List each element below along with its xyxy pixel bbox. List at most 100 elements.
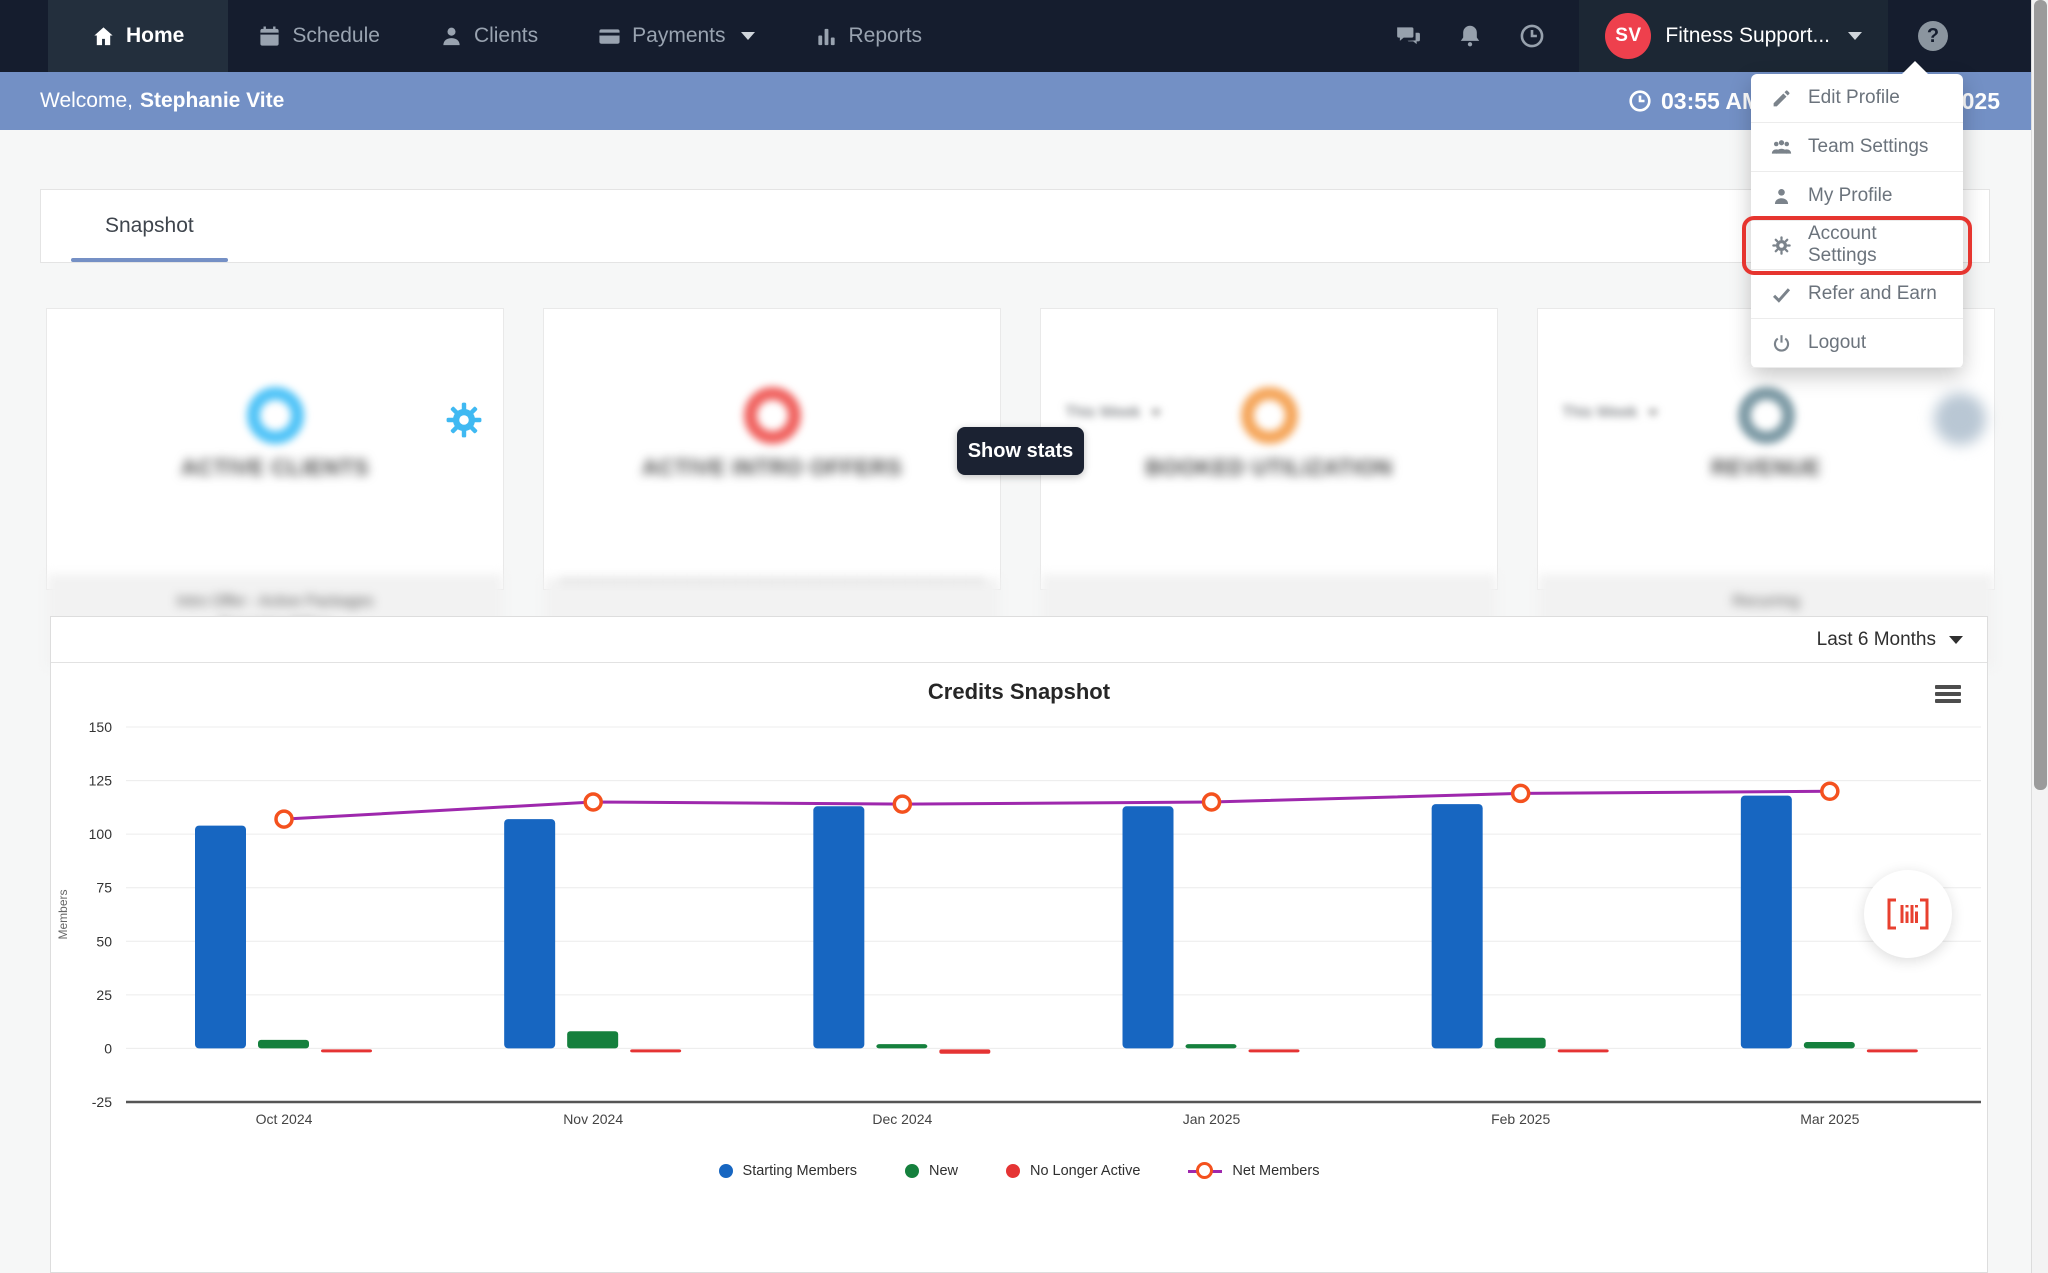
navbar-actions: SV Fitness Support... ? [1377,0,2048,72]
menu-item-label: Refer and Earn [1808,283,1937,305]
svg-text:Dec 2024: Dec 2024 [872,1111,932,1127]
help-icon: ? [1918,21,1948,51]
menu-item-edit-profile[interactable]: Edit Profile [1751,74,1963,123]
chart-header: Last 6 Months [51,617,1987,663]
show-stats-button[interactable]: Show stats [957,427,1084,475]
card-corner-widget [1934,393,1986,445]
nav-item-label: Clients [474,24,538,48]
stat-card-top: This Week BOOKED UTILIZATION [1041,387,1497,574]
svg-text:Members: Members [56,889,70,939]
barcode-scan-button[interactable] [1864,870,1952,958]
chevron-down-icon [1949,636,1963,644]
help-button[interactable]: ? [1902,21,1964,51]
stat-card-booked-utilization[interactable]: This Week BOOKED UTILIZATION [1040,308,1498,590]
menu-item-label: Account Settings [1808,223,1943,267]
person-icon [440,25,463,48]
legend-item-new[interactable]: New [905,1163,958,1179]
main-nav: Home Schedule Clients Payments Reports [48,0,952,72]
svg-text:125: 125 [89,773,113,789]
svg-text:Oct 2024: Oct 2024 [256,1111,313,1127]
scrollbar-thumb[interactable] [2034,0,2047,790]
menu-item-label: Logout [1808,332,1866,354]
card-settings-button[interactable] [445,401,483,444]
menu-item-team-settings[interactable]: Team Settings [1751,123,1963,172]
user-menu-button[interactable]: SV Fitness Support... [1579,0,1888,72]
credit-card-icon [598,25,621,48]
nav-item-home[interactable]: Home [48,0,228,72]
svg-text:100: 100 [89,826,113,842]
legend-dot [719,1164,733,1178]
filter-label: This Week [1065,404,1140,422]
legend-item-no-longer-active[interactable]: No Longer Active [1006,1163,1140,1179]
svg-text:Mar 2025: Mar 2025 [1800,1111,1859,1127]
legend-item-starting-members[interactable]: Starting Members [719,1163,857,1179]
legend-item-net-members[interactable]: Net Members [1188,1162,1319,1180]
menu-item-label: Team Settings [1808,136,1928,158]
nav-item-label: Reports [849,24,923,48]
footer-line: Recurring [1538,590,1994,614]
power-icon [1771,333,1792,354]
tab-snapshot[interactable]: Snapshot [65,190,234,262]
menu-item-label: Edit Profile [1808,87,1900,109]
history-button[interactable] [1501,23,1563,49]
notifications-button[interactable] [1439,23,1501,49]
footer-line: Intro Offer - Active Packages [47,590,503,614]
credits-snapshot-chart: 1501251007550250-25MembersOct 2024Nov 20… [51,677,1989,1147]
barcode-icon [1885,897,1931,931]
card-range-filter[interactable]: This Week [1562,404,1658,422]
nav-item-label: Payments [632,24,725,48]
stat-card-top: ACTIVE INTRO OFFERS [544,387,1000,574]
time-text: 03:55 AM [1661,88,1761,115]
menu-item-my-profile[interactable]: My Profile [1751,172,1963,221]
pencil-icon [1771,88,1792,109]
legend-label: New [929,1163,958,1179]
legend-dot [905,1164,919,1178]
nav-item-schedule[interactable]: Schedule [228,0,410,72]
donut-ring [1738,387,1795,444]
legend-label: No Longer Active [1030,1163,1140,1179]
stat-card-active-intro-offers[interactable]: ACTIVE INTRO OFFERS [543,308,1001,590]
menu-item-logout[interactable]: Logout [1751,319,1963,368]
menu-item-refer-and-earn[interactable]: Refer and Earn [1751,270,1963,319]
range-label: Last 6 Months [1817,629,1936,651]
top-navbar: Home Schedule Clients Payments Reports [0,0,2048,72]
donut-ring [744,387,801,444]
nav-item-label: Schedule [292,24,380,48]
donut-ring [1241,387,1298,444]
nav-item-clients[interactable]: Clients [410,0,568,72]
tab-band: Snapshot [40,189,1990,263]
clock-icon [1519,23,1545,49]
user-name: Fitness Support... [1665,24,1830,48]
home-icon [92,25,115,48]
gear-icon [1771,235,1792,256]
welcome-prefix: Welcome, [40,89,133,113]
stat-card-title: ACTIVE INTRO OFFERS [544,455,1000,481]
chat-button[interactable] [1377,23,1439,49]
legend-label: Starting Members [743,1163,857,1179]
avatar: SV [1605,13,1651,59]
stat-card-active-clients[interactable]: ACTIVE CLIENTS Intro Offer - Active Pack… [46,308,504,590]
calendar-icon [258,25,281,48]
filter-label: This Week [1562,404,1637,422]
svg-text:50: 50 [96,933,112,949]
svg-text:-25: -25 [92,1094,112,1110]
card-range-filter[interactable]: This Week [1065,404,1161,422]
range-selector[interactable]: Last 6 Months [1817,629,1963,651]
donut-ring [247,387,304,444]
welcome-user-name: Stephanie Vite [140,89,284,113]
net-members-marker-icon [1188,1162,1222,1180]
clock-icon [1628,89,1652,113]
stat-card-title: REVENUE [1538,455,1994,481]
legend-dot [1006,1164,1020,1178]
credits-snapshot-card: Last 6 Months Credits Snapshot 150125100… [50,616,1988,1273]
welcome-bar: Welcome, Stephanie Vite 03:55 AM 2025 [0,72,2048,130]
nav-item-payments[interactable]: Payments [568,0,784,72]
nav-item-reports[interactable]: Reports [785,0,953,72]
svg-text:Feb 2025: Feb 2025 [1491,1111,1550,1127]
bar-chart-icon [815,25,838,48]
team-icon [1771,137,1792,158]
menu-item-account-settings[interactable]: Account Settings [1751,221,1963,270]
user-dropdown-menu: Edit Profile Team Settings My Profile Ac… [1751,74,1963,368]
menu-item-label: My Profile [1808,185,1892,207]
svg-text:75: 75 [96,880,112,896]
